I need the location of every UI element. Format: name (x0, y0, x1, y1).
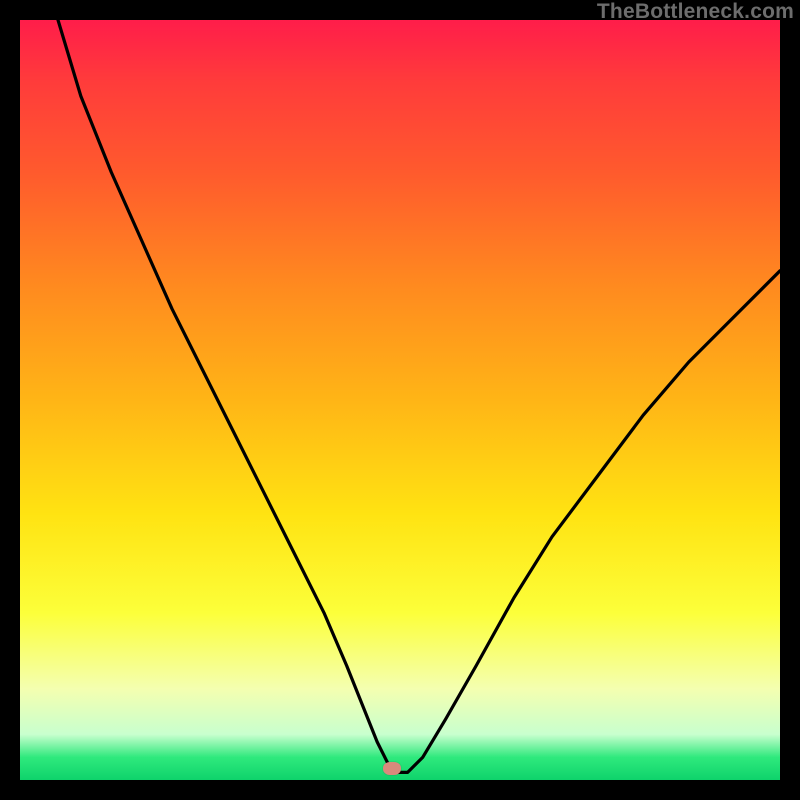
bottleneck-curve (20, 20, 780, 780)
plot-area (20, 20, 780, 780)
optimum-marker (383, 762, 401, 775)
watermark-text: TheBottleneck.com (597, 0, 794, 24)
chart-frame: TheBottleneck.com (0, 0, 800, 800)
